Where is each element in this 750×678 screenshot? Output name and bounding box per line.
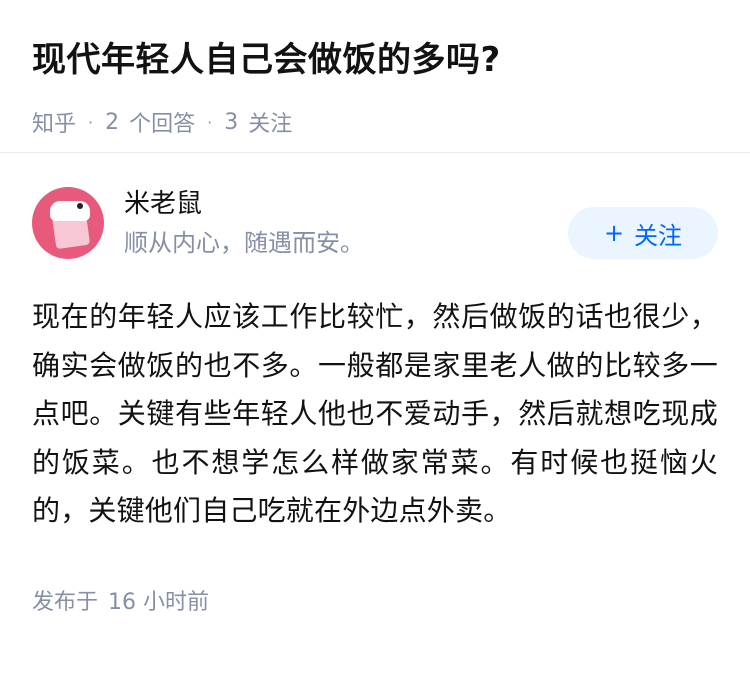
followers-count[interactable]: 3	[224, 110, 238, 135]
published-label: 发布于	[32, 589, 99, 615]
avatar-cream-shape	[50, 201, 90, 221]
separator-dot: ·	[207, 112, 213, 132]
question-title[interactable]: 现代年轻人自己会做饭的多吗?	[32, 36, 718, 84]
published-time: 16 小时前	[108, 589, 210, 615]
follow-button[interactable]: + 关注	[568, 207, 718, 259]
source-label[interactable]: 知乎	[32, 106, 76, 138]
author-row: 米老鼠 顺从内心，随遇而安。 + 关注	[32, 153, 718, 293]
separator-dot: ·	[88, 112, 94, 132]
answer-content: 现在的年轻人应该工作比较忙，然后做饭的话也很少，确实会做饭的也不多。一般都是家里…	[32, 300, 718, 527]
follow-button-label: 关注	[634, 221, 683, 250]
question-header: 现代年轻人自己会做饭的多吗? 知乎 · 2 个回答 · 3 关注	[0, 0, 750, 137]
question-meta: 知乎 · 2 个回答 · 3 关注	[32, 106, 718, 138]
answer-footer: 发布于 16 小时前	[32, 584, 718, 616]
plus-icon: +	[603, 219, 625, 247]
followers-label[interactable]: 关注	[248, 106, 292, 138]
answers-count[interactable]: 2	[105, 110, 119, 135]
answer-card: 米老鼠 顺从内心，随遇而安。 + 关注 现在的年轻人应该工作比较忙，然后做饭的话…	[0, 153, 750, 616]
avatar[interactable]	[32, 187, 104, 259]
answers-label[interactable]: 个回答	[129, 106, 195, 138]
avatar-eye-shape	[77, 203, 83, 209]
